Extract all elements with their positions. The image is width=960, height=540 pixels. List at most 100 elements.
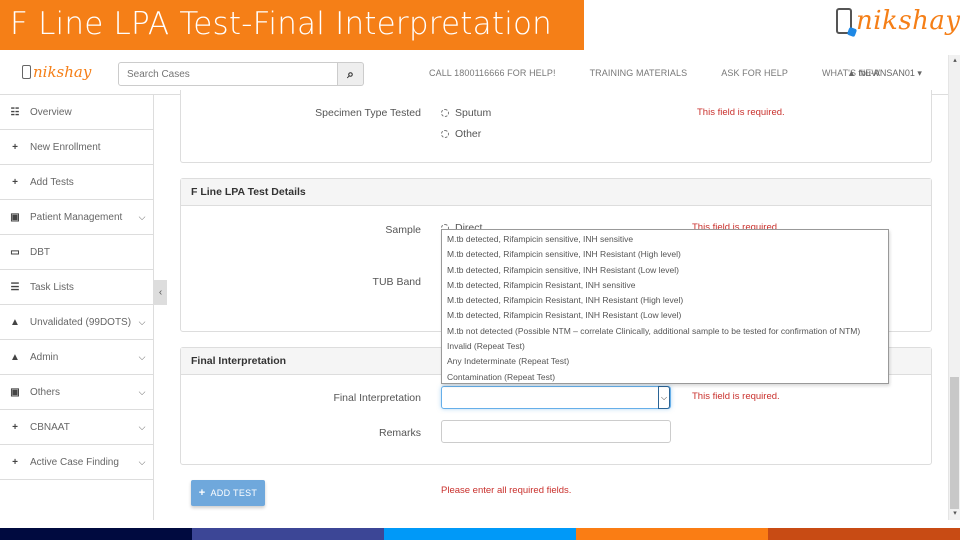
app-logo[interactable]: nikshay	[22, 63, 91, 81]
sidebar-item-unvalidated[interactable]: ▲ Unvalidated (99DOTS) ⌵	[0, 305, 153, 340]
sidebar-item-new-enrollment[interactable]: + New Enrollment	[0, 130, 153, 165]
dropdown-option[interactable]: M.tb detected, Rifampicin Resistant, INH…	[442, 308, 888, 323]
nav-link-training[interactable]: TRAINING MATERIALS	[590, 68, 688, 78]
slide-title: F Line LPA Test-Final Interpretation	[0, 0, 584, 50]
sidebar-item-dbt[interactable]: ▭ DBT	[0, 235, 153, 270]
sidebar-item-label: Admin	[30, 351, 59, 363]
page-scrollbar[interactable]: ▴ ▾	[948, 55, 960, 520]
sidebar: ☷ Overview + New Enrollment + Add Tests ▣ Pa…	[0, 95, 154, 520]
search-button[interactable]: ⌕	[338, 62, 364, 86]
chevron-down-icon: ⌵	[138, 456, 146, 467]
dropdown-option[interactable]: Contamination (Repeat Test)	[442, 370, 888, 385]
search-icon: ⌕	[347, 66, 354, 81]
warning-icon: ▲	[10, 316, 20, 328]
specimen-type-label: Specimen Type Tested	[315, 107, 421, 119]
final-interpretation-label: Final Interpretation	[333, 392, 421, 404]
specimen-error: This field is required.	[697, 107, 785, 118]
chevron-down-icon: ⌵	[138, 211, 146, 222]
app-logo-text: nikshay	[33, 63, 92, 81]
radio-label: Sputum	[455, 107, 492, 119]
radio-sputum[interactable]: Sputum	[441, 107, 491, 119]
sidebar-item-label: New Enrollment	[30, 141, 101, 153]
add-test-label: ADD TEST	[210, 488, 258, 498]
chevron-left-icon: ‹	[158, 287, 163, 298]
sidebar-item-overview[interactable]: ☷ Overview	[0, 95, 153, 130]
final-interpretation-select[interactable]: ⌵	[441, 386, 671, 409]
briefcase-icon: ▣	[10, 386, 20, 398]
user-icon: ▲	[10, 351, 20, 363]
dropdown-option[interactable]: M.tb detected, Rifampicin sensitive, INH…	[442, 247, 888, 262]
user-menu[interactable]: ▲ tbu-ANSAN01 ▾	[847, 68, 922, 79]
sidebar-item-label: Task Lists	[30, 281, 74, 293]
radio-label: Other	[455, 128, 482, 140]
remarks-input[interactable]	[441, 420, 671, 443]
dropdown-option[interactable]: Any Indeterminate (Repeat Test)	[442, 354, 888, 369]
nav-links: CALL 1800116666 FOR HELP! TRAINING MATER…	[429, 68, 914, 78]
dropdown-option[interactable]: M.tb detected, Rifampicin sensitive, INH…	[442, 232, 888, 247]
sidebar-item-label: DBT	[30, 246, 50, 258]
nav-link-helpline[interactable]: CALL 1800116666 FOR HELP!	[429, 68, 556, 78]
scroll-down-icon[interactable]: ▾	[949, 508, 960, 520]
footer-segment	[0, 528, 192, 540]
sample-label: Sample	[385, 224, 421, 236]
footer-segment	[384, 528, 576, 540]
radio-other[interactable]: Other	[441, 128, 481, 140]
chevron-down-icon: ⌵	[138, 421, 146, 432]
sidebar-item-active-case-finding[interactable]: + Active Case Finding ⌵	[0, 445, 153, 480]
lpa-details-heading: F Line LPA Test Details	[181, 179, 931, 206]
sidebar-item-patient-management[interactable]: ▣ Patient Management ⌵	[0, 200, 153, 235]
final-interpretation-dropdown: M.tb detected, Rifampicin sensitive, INH…	[441, 229, 889, 384]
dropdown-option[interactable]: Invalid (Repeat Test)	[442, 339, 888, 354]
chevron-down-icon: ⌵	[138, 386, 146, 397]
sidebar-item-task-lists[interactable]: ☰ Task Lists	[0, 270, 153, 305]
plus-icon: +	[12, 176, 18, 188]
app-navbar: nikshay ⌕ CALL 1800116666 FOR HELP! TRAI…	[0, 55, 948, 95]
dropdown-option[interactable]: M.tb detected, Rifampicin sensitive, INH…	[442, 263, 888, 278]
tablet-icon	[22, 65, 31, 79]
sidebar-item-admin[interactable]: ▲ Admin ⌵	[0, 340, 153, 375]
list-icon: ☰	[10, 281, 20, 293]
footer-segment	[768, 528, 960, 540]
sidebar-item-label: Overview	[30, 106, 72, 118]
sidebar-item-label: Add Tests	[30, 176, 74, 188]
specimen-panel	[180, 90, 932, 163]
final-interpretation-error: This field is required.	[692, 391, 780, 402]
footer-segment	[576, 528, 768, 540]
sidebar-item-others[interactable]: ▣ Others ⌵	[0, 375, 153, 410]
radio-icon	[441, 130, 449, 138]
dropdown-option[interactable]: M.tb not detected (Possible NTM – correl…	[442, 324, 888, 339]
search-input[interactable]	[118, 62, 338, 86]
sidebar-item-cbnaat[interactable]: + CBNAAT ⌵	[0, 410, 153, 445]
sidebar-item-label: Active Case Finding	[30, 456, 119, 468]
chevron-down-icon: ⌵	[138, 351, 146, 362]
nav-link-ask-help[interactable]: ASK FOR HELP	[721, 68, 788, 78]
chevron-down-icon: ⌵	[138, 316, 146, 327]
sidebar-item-label: Patient Management	[30, 211, 123, 223]
slide: F Line LPA Test-Final Interpretation nik…	[0, 0, 960, 540]
plus-icon: +	[12, 456, 18, 468]
plus-icon: +	[12, 421, 18, 433]
tablet-icon	[836, 8, 852, 34]
add-test-button[interactable]: + ADD TEST	[191, 480, 265, 506]
nikshay-logo: nikshay	[836, 6, 960, 36]
sidebar-collapse-button[interactable]: ‹	[154, 280, 167, 305]
dropdown-option[interactable]: M.tb detected, Rifampicin Resistant, INH…	[442, 278, 888, 293]
dropdown-option[interactable]: M.tb detected, Rifampicin Resistant, INH…	[442, 293, 888, 308]
form-error-message: Please enter all required fields.	[441, 485, 572, 496]
sidebar-item-label: Unvalidated (99DOTS)	[29, 316, 132, 328]
footer-segment	[192, 528, 384, 540]
scroll-up-icon[interactable]: ▴	[949, 55, 960, 67]
remarks-label: Remarks	[378, 427, 421, 439]
footer-color-strip	[0, 528, 960, 540]
scrollbar-thumb[interactable]	[950, 377, 959, 509]
plus-icon: +	[12, 141, 18, 153]
tub-band-label: TUB Band	[372, 276, 421, 288]
dashboard-icon: ☷	[10, 106, 20, 118]
radio-icon	[441, 109, 449, 117]
sidebar-item-add-tests[interactable]: + Add Tests	[0, 165, 153, 200]
money-icon: ▭	[10, 246, 20, 258]
brand-text: nikshay	[856, 6, 960, 36]
sidebar-item-label: CBNAAT	[30, 421, 70, 433]
plus-icon: +	[198, 487, 206, 499]
sidebar-item-label: Others	[30, 386, 61, 398]
